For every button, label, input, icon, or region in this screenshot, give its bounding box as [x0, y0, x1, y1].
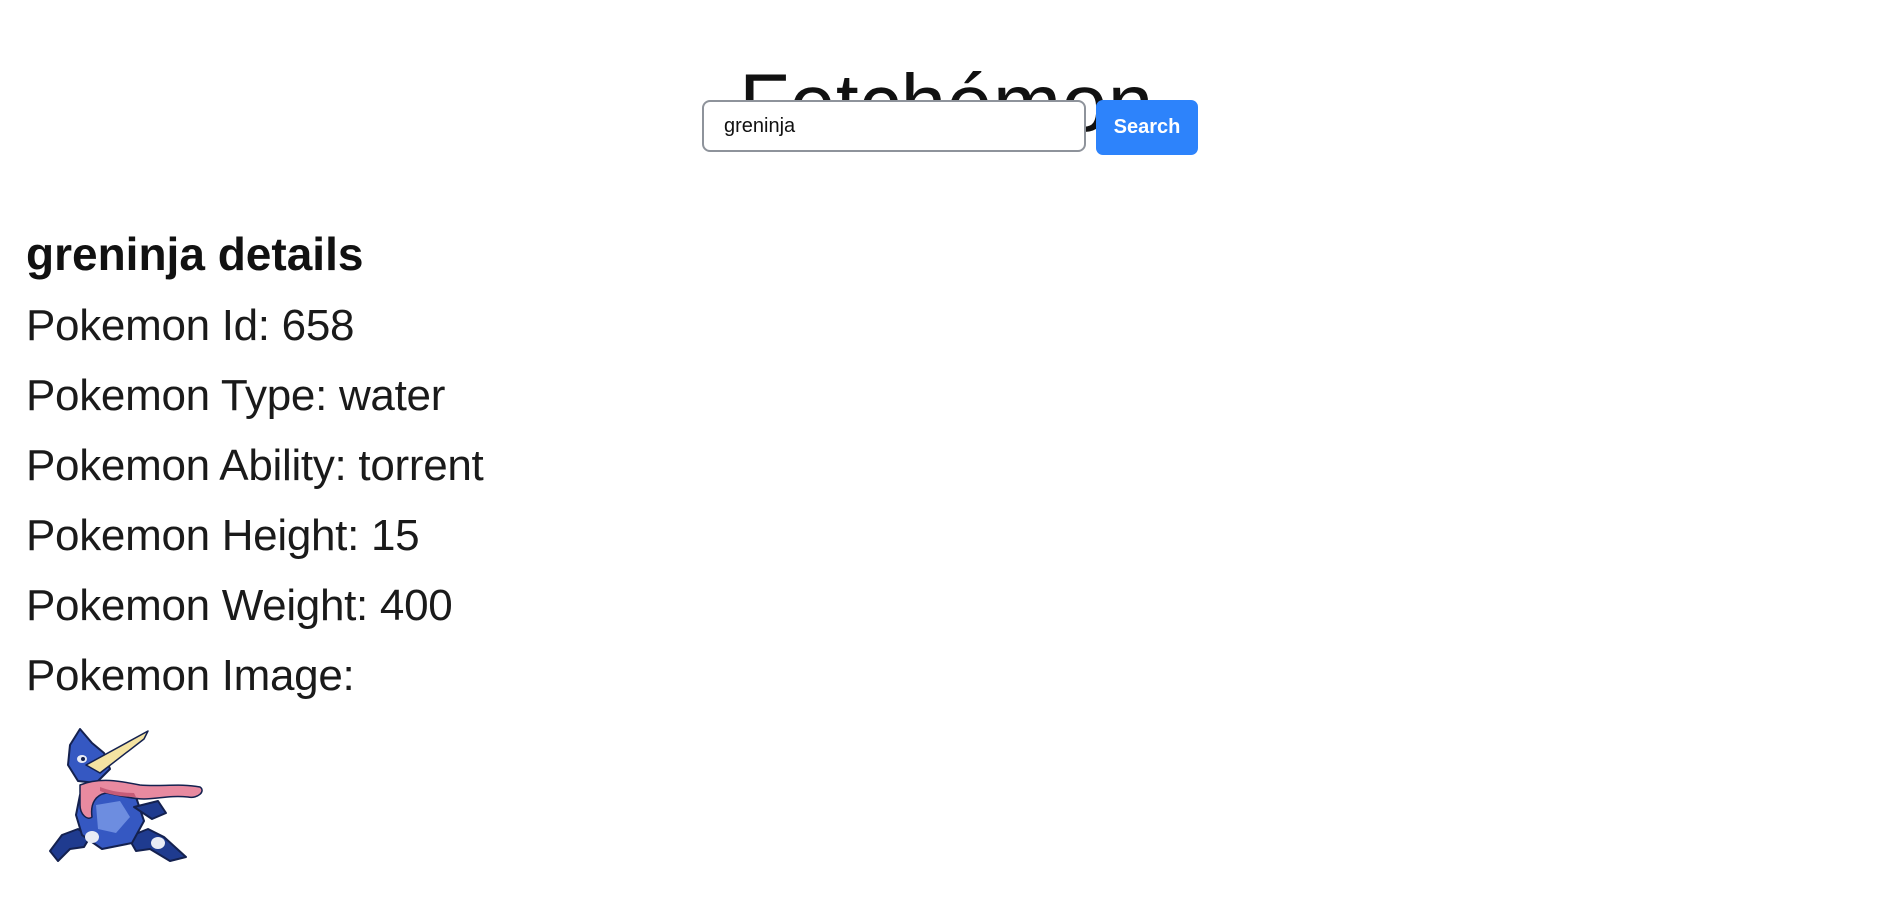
pokemon-ability: Pokemon Ability: torrent: [26, 441, 484, 490]
pokemon-height: Pokemon Height: 15: [26, 511, 420, 560]
pokemon-type: Pokemon Type: water: [26, 371, 446, 420]
pokemon-image-label: Pokemon Image:: [26, 651, 355, 700]
greninja-sprite-svg: [49, 728, 203, 862]
details-heading: greninja details: [26, 228, 364, 280]
pokemon-weight: Pokemon Weight: 400: [26, 581, 453, 630]
search-button[interactable]: Search: [1096, 100, 1198, 155]
pokemon-sprite-image: [40, 725, 210, 875]
pokemon-details: greninja details Pokemon Id: 658 Pokemon…: [26, 226, 484, 720]
search-bar: Search: [702, 100, 1198, 155]
pokemon-id: Pokemon Id: 658: [26, 301, 355, 350]
search-input[interactable]: [702, 100, 1086, 152]
